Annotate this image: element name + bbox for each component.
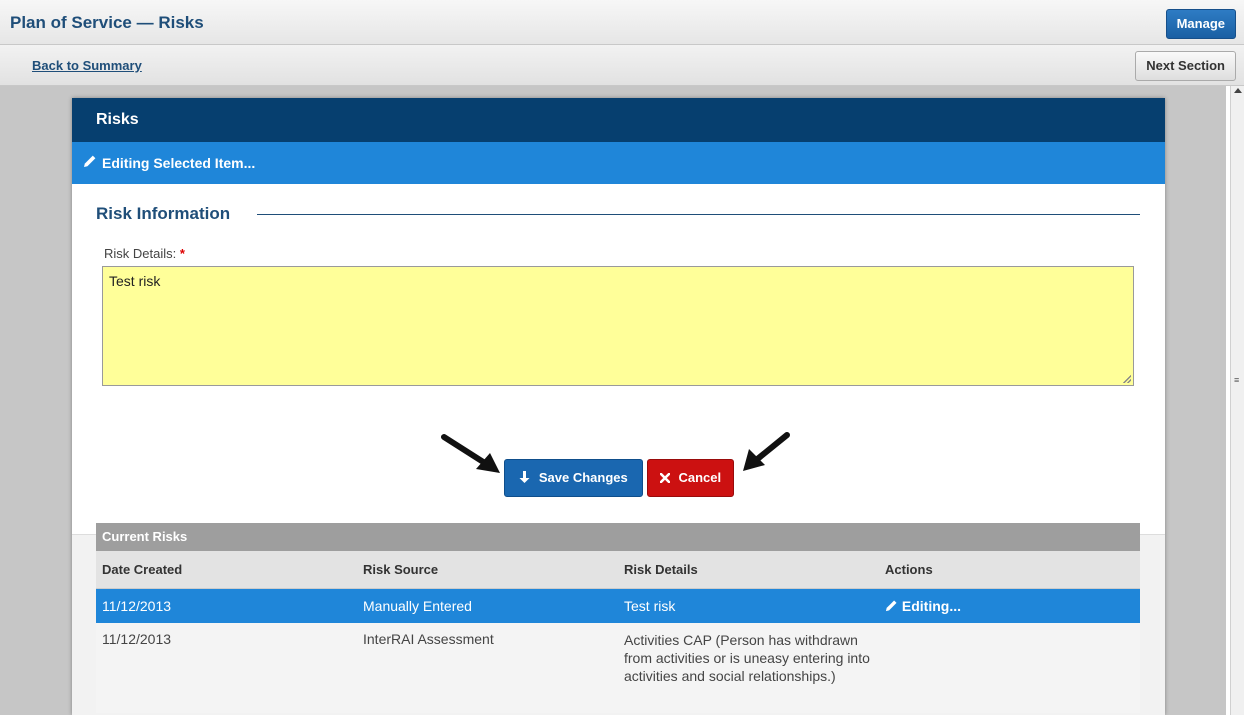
arrow-down-icon: [519, 470, 534, 485]
required-indicator: *: [179, 246, 185, 261]
panel-title: Risks: [96, 111, 139, 128]
app-header: Plan of Service — Risks Manage: [0, 0, 1244, 45]
table-row[interactable]: 11/12/2013 Manually Entered Test risk Ed…: [96, 589, 1140, 623]
editing-banner: Editing Selected Item...: [72, 142, 1165, 184]
editing-status: Editing...: [901, 598, 961, 614]
column-header-risk-details[interactable]: Risk Details: [618, 551, 879, 588]
editing-banner-text: Editing Selected Item...: [102, 155, 256, 171]
annotation-arrow-icon: [441, 434, 500, 473]
cancel-label: Cancel: [678, 470, 722, 485]
next-section-button[interactable]: Next Section: [1135, 51, 1236, 81]
column-header-actions: Actions: [885, 562, 933, 577]
cell-date: 11/12/2013: [102, 598, 172, 614]
cell-source: InterRAI Assessment: [363, 631, 494, 647]
risk-details-label-text: Risk Details:: [104, 246, 177, 261]
annotation-arrow-icon: [743, 432, 790, 471]
section-legend: Risk Information: [96, 204, 231, 223]
current-risks-table: Current Risks Date Created Risk Source R…: [96, 523, 1140, 713]
scroll-up-icon[interactable]: [1234, 88, 1242, 93]
column-header-date-created[interactable]: Date Created: [96, 551, 357, 588]
scroll-grip-icon[interactable]: ≡: [1234, 376, 1239, 385]
back-to-summary-link[interactable]: Back to Summary: [32, 58, 142, 73]
close-icon: [659, 470, 674, 485]
pencil-icon: [83, 142, 97, 184]
cell-source: Manually Entered: [363, 598, 472, 614]
risk-details-label: Risk Details: *: [104, 246, 185, 261]
nav-bar: Back to Summary Next Section: [0, 45, 1244, 86]
risk-details-textarea[interactable]: Test risk: [102, 266, 1134, 386]
table-title: Current Risks: [96, 523, 1140, 551]
column-header-risk-source[interactable]: Risk Source: [357, 551, 618, 588]
page-title: Plan of Service — Risks: [10, 13, 204, 32]
cell-date: 11/12/2013: [102, 631, 172, 647]
save-changes-label: Save Changes: [538, 470, 628, 485]
cell-details: Test risk: [624, 598, 676, 614]
cell-details: Activities CAP (Person has withdrawn fro…: [624, 632, 870, 684]
cancel-button[interactable]: Cancel: [647, 459, 734, 497]
cell-action: Editing...: [879, 589, 1140, 623]
resize-handle-icon[interactable]: [1123, 375, 1131, 383]
pencil-icon: [885, 598, 902, 614]
vertical-scrollbar[interactable]: ≡: [1230, 86, 1244, 715]
save-changes-button[interactable]: Save Changes: [504, 459, 643, 497]
risks-panel: Risks Editing Selected Item... Risk Info…: [72, 98, 1165, 715]
cell-action: [879, 623, 1140, 713]
table-header: Date Created Risk Source Risk Details Ac…: [96, 551, 1140, 589]
risk-details-value[interactable]: Test risk: [109, 273, 160, 289]
manage-button[interactable]: Manage: [1165, 9, 1236, 39]
legend-divider: [257, 214, 1140, 215]
table-row[interactable]: 11/12/2013 InterRAI Assessment Activitie…: [96, 623, 1140, 713]
panel-header: Risks: [72, 98, 1165, 142]
